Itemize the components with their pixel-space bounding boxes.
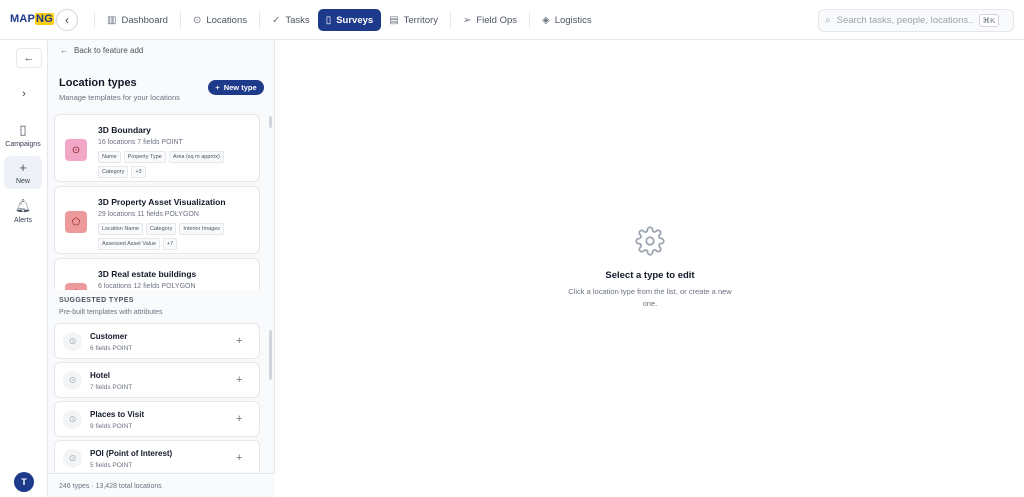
check-icon: ✓	[272, 14, 281, 26]
nav-logistics[interactable]: ◈ Logistics	[534, 9, 600, 31]
rail-campaigns[interactable]: ▯ Campaigns	[4, 122, 42, 148]
attribute-chips: Location Name Category Interior Images A…	[98, 223, 248, 250]
nav-territory[interactable]: ▤ Territory	[381, 9, 446, 31]
nav-field-ops[interactable]: ➢ Field Ops	[455, 9, 525, 31]
top-bar: MAPNG ‹ ▥ Dashboard ⊙ Locations ✓ Tasks ▯ Su…	[0, 0, 1024, 40]
expand-button[interactable]: ›	[11, 84, 37, 104]
type-card-3d-property-asset[interactable]: ⬠ 3D Property Asset Visualization 29 loc…	[54, 186, 260, 254]
add-plus-icon[interactable]: +	[236, 335, 242, 347]
app-logo[interactable]: MAPNG	[10, 13, 54, 25]
arrow-left-icon: ←	[23, 52, 35, 64]
main-nav: ▥ Dashboard ⊙ Locations ✓ Tasks ▯ Surveys ▤ T…	[90, 9, 600, 31]
type-card-3d-boundary[interactable]: ⊙ 3D Boundary 16 locations 7 fields POIN…	[54, 114, 260, 182]
type-list[interactable]: ⊙ 3D Boundary 16 locations 7 fields POIN…	[54, 114, 266, 290]
clipboard-icon: ▯	[19, 122, 27, 137]
left-rail: ← › ▯ Campaigns + New 🔔︎ Alerts T	[0, 40, 48, 497]
polygon-icon: ⬠	[65, 211, 87, 233]
empty-state-title: Select a type to edit	[605, 270, 695, 281]
suggested-type-customer[interactable]: ⊙ Customer 6 fields POINT +	[54, 323, 260, 359]
map-pin-icon: ⊙	[63, 410, 82, 429]
add-plus-icon[interactable]: +	[236, 413, 242, 425]
nav-divider	[529, 12, 530, 28]
attribute-chip: Area (sq m approx)	[168, 151, 224, 163]
attribute-chip: Category	[146, 223, 177, 235]
add-plus-icon[interactable]: +	[236, 452, 242, 464]
nav-divider	[179, 12, 181, 28]
chevron-left-icon: ‹	[65, 13, 69, 27]
panel-title: Location types	[59, 77, 137, 89]
gear-icon	[635, 226, 665, 256]
nav-surveys[interactable]: ▯ Surveys	[317, 9, 382, 31]
global-search[interactable]: ⌕ ⌘K	[818, 9, 1014, 32]
nav-locations[interactable]: ⊙ Locations	[185, 9, 255, 31]
attribute-chip: Property Type	[123, 151, 166, 163]
attribute-chip: Interior Images	[179, 223, 225, 235]
map-pin-icon: ⊙	[63, 371, 82, 390]
search-input[interactable]	[836, 15, 973, 26]
send-icon: ➢	[462, 14, 472, 26]
bar-chart-icon: ▥	[107, 14, 117, 26]
more-attributes-chip: +7	[163, 238, 178, 250]
search-icon: ⌕	[825, 15, 831, 26]
panel-footer-stats: 246 types · 13,428 total locations	[48, 473, 275, 497]
collapse-back-button[interactable]: ←	[16, 48, 42, 68]
type-card-3d-real-estate[interactable]: ⬠ 3D Real estate buildings 6 locations 1…	[54, 258, 260, 290]
type-list-scrollbar[interactable]	[269, 116, 272, 128]
back-button[interactable]: ‹	[56, 9, 78, 31]
box-icon: ◈	[542, 14, 550, 26]
suggested-types-subtitle: Pre-built templates with attributes	[59, 309, 163, 316]
attribute-chip: Assessed Asset Value	[98, 238, 161, 250]
attribute-chip: Category	[98, 166, 129, 178]
map-pin-icon: ⊙	[192, 14, 202, 26]
user-avatar[interactable]: T	[14, 472, 34, 492]
empty-state-description: Click a location type from the list, or …	[568, 287, 732, 308]
map-icon: ▤	[389, 14, 399, 26]
add-plus-icon[interactable]: +	[236, 374, 242, 386]
rail-alerts[interactable]: 🔔︎ Alerts	[4, 198, 42, 224]
nav-dashboard[interactable]: ▥ Dashboard	[99, 9, 176, 31]
bell-icon: 🔔︎	[14, 198, 32, 213]
more-attributes-chip: +3	[131, 166, 146, 178]
clipboard-icon: ▯	[325, 14, 332, 26]
nav-divider	[94, 12, 95, 28]
suggested-types-heading: SUGGESTED TYPES	[59, 297, 134, 304]
nav-divider	[449, 12, 451, 28]
plus-icon: +	[215, 83, 220, 92]
panel-subtitle: Manage templates for your locations	[59, 93, 180, 102]
location-types-panel: ← Back to feature add Location types Man…	[48, 40, 275, 497]
new-type-button[interactable]: + New type	[208, 80, 264, 95]
suggested-list-scrollbar[interactable]	[269, 330, 272, 380]
suggested-type-places-to-visit[interactable]: ⊙ Places to Visit 9 fields POINT +	[54, 401, 260, 437]
map-pin-icon: ⊙	[65, 139, 87, 161]
search-shortcut: ⌘K	[978, 14, 1000, 27]
empty-state: Select a type to edit Click a location t…	[540, 226, 760, 310]
map-pin-icon: ⊙	[63, 449, 82, 468]
attribute-chips: Name Property Type Area (sq m approx) Ca…	[98, 151, 248, 178]
suggested-type-poi[interactable]: ⊙ POI (Point of Interest) 5 fields POINT…	[54, 440, 260, 472]
arrow-left-icon: ←	[60, 46, 68, 55]
plus-icon: +	[19, 160, 27, 175]
chevron-right-icon: ›	[22, 88, 26, 100]
nav-divider	[259, 12, 260, 28]
map-pin-icon: ⊙	[63, 332, 82, 351]
back-to-feature-link[interactable]: ← Back to feature add	[60, 46, 143, 55]
nav-tasks[interactable]: ✓ Tasks	[264, 9, 318, 31]
rail-new[interactable]: + New	[4, 156, 42, 189]
suggested-type-hotel[interactable]: ⊙ Hotel 7 fields POINT +	[54, 362, 260, 398]
polygon-icon: ⬠	[65, 283, 87, 290]
attribute-chip: Location Name	[98, 223, 143, 235]
attribute-chip: Name	[98, 151, 121, 163]
